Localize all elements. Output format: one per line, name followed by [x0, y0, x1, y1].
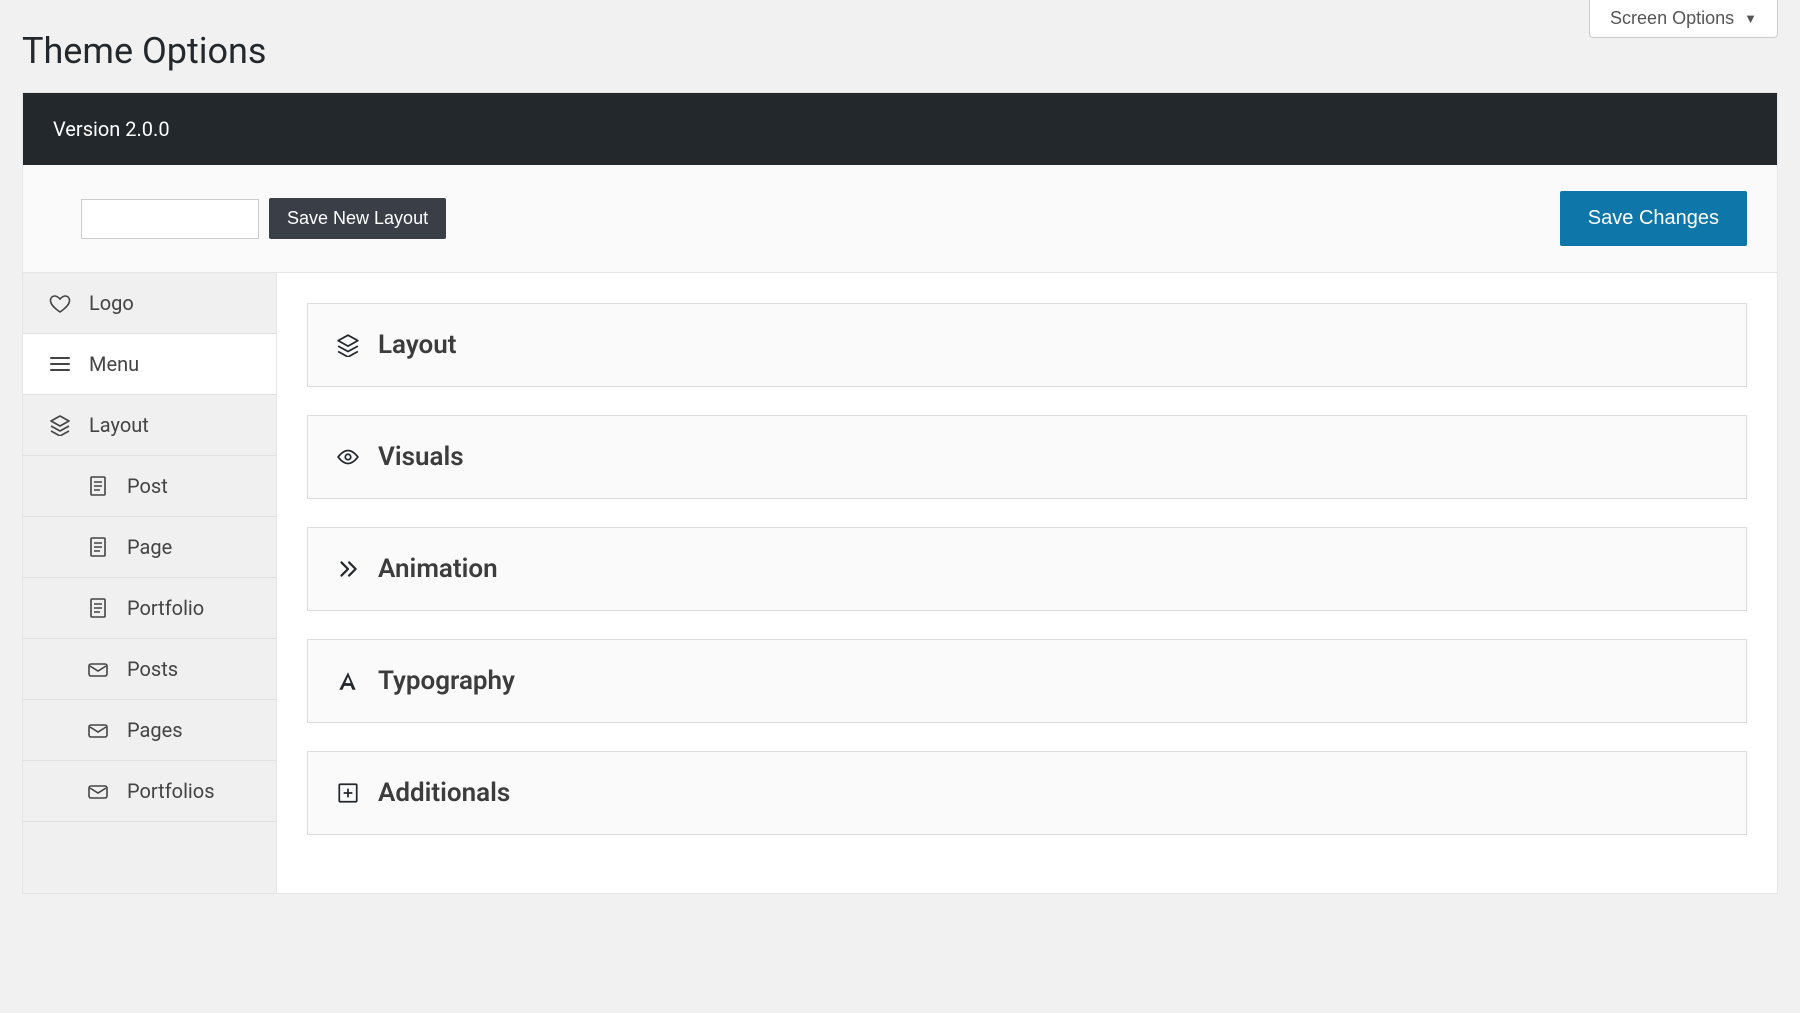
sidebar-subitem-page[interactable]: Page — [23, 517, 276, 578]
sidebar-item-label: Layout — [89, 413, 149, 437]
mail-icon — [87, 658, 109, 680]
version-bar: Version 2.0.0 — [23, 93, 1777, 165]
main-content: Layout Visuals Animation Typography Addi… — [277, 273, 1777, 893]
screen-options-button[interactable]: Screen Options ▼ — [1589, 0, 1778, 38]
chevron-down-icon: ▼ — [1744, 11, 1757, 26]
theme-options-container: Version 2.0.0 Save New Layout Save Chang… — [22, 92, 1778, 894]
font-icon — [336, 669, 360, 693]
panel-animation[interactable]: Animation — [307, 527, 1747, 611]
sidebar-subitem-portfolio[interactable]: Portfolio — [23, 578, 276, 639]
sidebar-item-logo[interactable]: Logo — [23, 273, 276, 334]
sidebar-item-label: Post — [127, 474, 168, 498]
screen-options-label: Screen Options — [1610, 8, 1734, 29]
sidebar-subitem-pages[interactable]: Pages — [23, 700, 276, 761]
panel-title: Typography — [378, 666, 515, 696]
sidebar-subitem-posts[interactable]: Posts — [23, 639, 276, 700]
panel-title: Animation — [378, 554, 498, 584]
sidebar-item-layout[interactable]: Layout — [23, 395, 276, 456]
plus-square-icon — [336, 781, 360, 805]
version-label: Version 2.0.0 — [53, 117, 170, 141]
save-changes-button[interactable]: Save Changes — [1560, 191, 1747, 246]
mail-icon — [87, 719, 109, 741]
panel-visuals[interactable]: Visuals — [307, 415, 1747, 499]
sidebar-item-label: Pages — [127, 718, 183, 742]
layout-name-input[interactable] — [81, 199, 259, 239]
panel-layout[interactable]: Layout — [307, 303, 1747, 387]
toolbar: Save New Layout Save Changes — [23, 165, 1777, 273]
sidebar-item-label: Portfolios — [127, 779, 215, 803]
panel-typography[interactable]: Typography — [307, 639, 1747, 723]
mail-icon — [87, 780, 109, 802]
menu-icon — [49, 353, 71, 375]
chevrons-icon — [336, 557, 360, 581]
panel-title: Layout — [378, 330, 457, 360]
doc-icon — [87, 597, 109, 619]
sidebar-item-label: Portfolio — [127, 596, 204, 620]
sidebar-item-label: Page — [127, 535, 172, 559]
sidebar-item-label: Logo — [89, 291, 134, 315]
page-title: Theme Options — [0, 0, 1800, 92]
sidebar-subitem-post[interactable]: Post — [23, 456, 276, 517]
layers-icon — [336, 333, 360, 357]
heart-icon — [49, 292, 71, 314]
layers-icon — [49, 414, 71, 436]
panel-additionals[interactable]: Additionals — [307, 751, 1747, 835]
sidebar-item-menu[interactable]: Menu — [23, 334, 276, 395]
sidebar-sublist: Post Page Portfolio Posts Pages — [23, 456, 276, 822]
sidebar: Logo Menu Layout Post Page — [23, 273, 277, 893]
sidebar-item-label: Menu — [89, 352, 139, 376]
doc-icon — [87, 536, 109, 558]
doc-icon — [87, 475, 109, 497]
sidebar-item-label: Posts — [127, 657, 178, 681]
eye-icon — [336, 445, 360, 469]
panel-title: Visuals — [378, 442, 464, 472]
panel-title: Additionals — [378, 778, 510, 808]
sidebar-subitem-portfolios[interactable]: Portfolios — [23, 761, 276, 822]
save-new-layout-button[interactable]: Save New Layout — [269, 198, 446, 239]
